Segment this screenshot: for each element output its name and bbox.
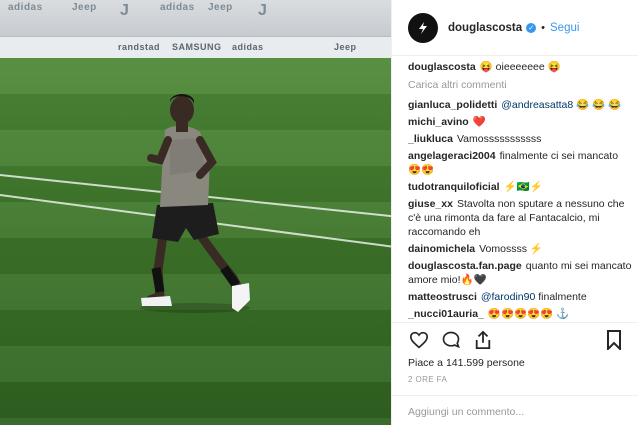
comment-text: 😍😍😍😍😍 ⚓ — [487, 308, 570, 320]
comment-username[interactable]: gianluca_polidetti — [408, 99, 497, 111]
heart-icon — [409, 331, 429, 349]
comment-text: Vomossss ⚡ — [479, 243, 543, 255]
comment: tudotranquiloficial ⚡🇧🇷⚡ — [408, 180, 632, 194]
verified-badge-icon: ✓ — [526, 22, 537, 33]
comment-text: finalmente — [538, 291, 587, 303]
save-button[interactable] — [603, 329, 625, 351]
comment-username[interactable]: douglascosta.fan.page — [408, 260, 522, 272]
comment: _liukluca Vamosssssssssss — [408, 132, 632, 146]
share-button[interactable] — [472, 329, 494, 351]
load-more-comments-button[interactable]: Carica altri commenti — [408, 78, 632, 92]
like-button[interactable] — [408, 329, 430, 351]
comment-text: Vamosssssssssss — [456, 133, 542, 145]
comment: dainomichela Vomossss ⚡ — [408, 242, 632, 256]
post-header: douglascosta ✓ • Segui — [392, 0, 638, 56]
comments-list: douglascosta 😝 oieeeeeee 😝 Carica altri c… — [408, 60, 632, 322]
comment: matteostrusci @farodin90 finalmente — [408, 290, 632, 304]
comment: michi_avino ❤️ — [408, 115, 632, 129]
comment-text: ⚡🇧🇷⚡ — [503, 181, 543, 193]
comment-username[interactable]: michi_avino — [408, 116, 469, 128]
username-link[interactable]: douglascosta — [448, 22, 522, 34]
comment-button[interactable] — [440, 329, 462, 351]
comment: giuse_xx Stavolta non sputare a nessuno c… — [408, 197, 632, 239]
comment-username[interactable]: douglascosta — [408, 61, 476, 73]
mention-link[interactable]: @farodin90 — [481, 291, 535, 303]
post-sidebar: douglascosta ✓ • Segui douglascosta 😝 oie… — [391, 0, 638, 425]
post-actions: Piace a 141.599 persone 2 ORE FA Aggiung… — [392, 322, 638, 430]
separator-dot: • — [541, 21, 545, 34]
comment-text: 😝 oieeeeeee 😝 — [479, 61, 561, 73]
avatar[interactable] — [408, 12, 438, 43]
post-photo[interactable]: adidas J adidas Jeep J Jeep randstad SAM… — [0, 0, 391, 425]
follow-button[interactable]: Segui — [550, 22, 579, 34]
mention-link[interactable]: @andreasatta8 — [501, 99, 573, 111]
share-icon — [475, 330, 491, 349]
comment-username[interactable]: giuse_xx — [408, 198, 453, 210]
action-icons — [392, 323, 638, 357]
player-figure — [140, 94, 250, 313]
comment-icon — [442, 331, 460, 349]
post-timestamp: 2 ORE FA — [408, 375, 448, 384]
likes-count[interactable]: Piace a 141.599 persone — [392, 357, 638, 369]
lightning-icon — [419, 21, 427, 34]
comment-username[interactable]: tudotranquiloficial — [408, 181, 500, 193]
comment: angelageraci2004 finalmente ci sei mancat… — [408, 149, 632, 177]
comment-username[interactable]: _nucci01auria_ — [408, 308, 484, 320]
post-caption: douglascosta 😝 oieeeeeee 😝 — [408, 60, 632, 74]
comment: gianluca_polidetti @andreasatta8 😂 😂 😂 — [408, 98, 632, 112]
comment-username[interactable]: _liukluca — [408, 133, 453, 145]
bookmark-icon — [607, 330, 621, 350]
comment-username[interactable]: matteostrusci — [408, 291, 477, 303]
comment: douglascosta.fan.page quanto mi sei manca… — [408, 259, 632, 287]
comment-text: 😂 😂 😂 — [576, 99, 622, 111]
comment-text: ❤️ — [472, 116, 486, 128]
add-comment-input[interactable]: Aggiungi un commento... — [392, 395, 638, 427]
comment-username[interactable]: angelageraci2004 — [408, 150, 496, 162]
instagram-post: adidas J adidas Jeep J Jeep randstad SAM… — [0, 0, 638, 425]
comment: _nucci01auria_ 😍😍😍😍😍 ⚓ — [408, 307, 632, 321]
comment-username[interactable]: dainomichela — [408, 243, 475, 255]
